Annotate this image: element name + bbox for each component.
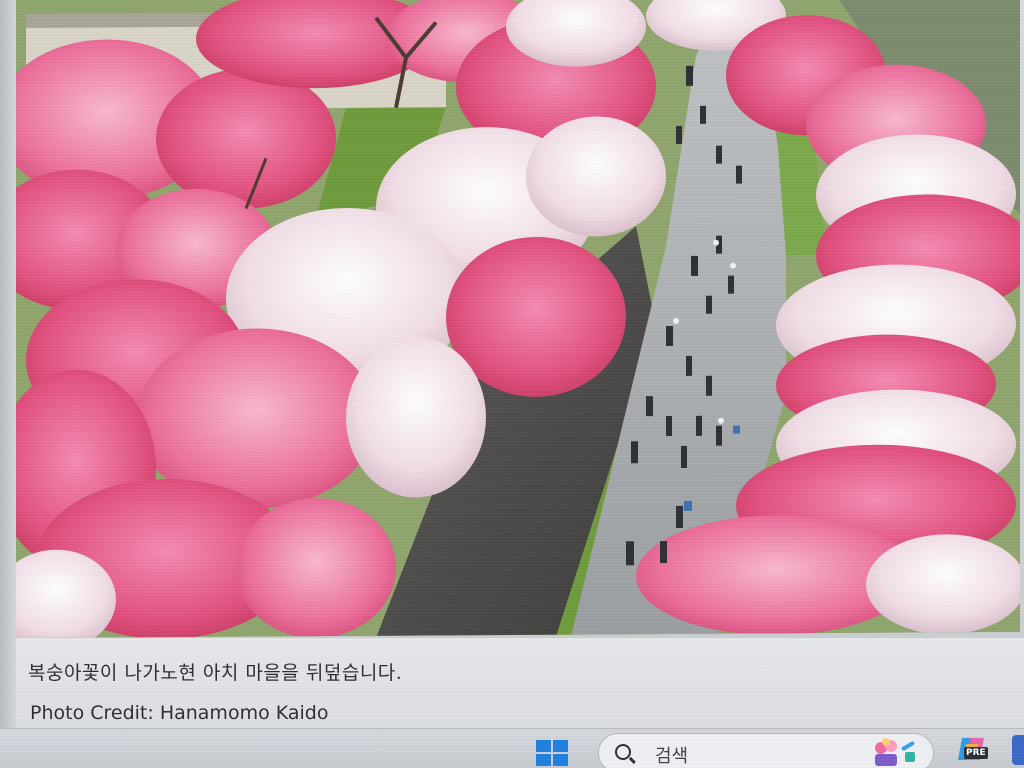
blossom-photo xyxy=(16,0,1020,639)
flower-pot-icon xyxy=(875,738,915,766)
taskbar-app-icon[interactable] xyxy=(1012,735,1024,765)
window-edge xyxy=(0,0,16,740)
photo-caption: 복숭아꽃이 나가노현 아치 마을을 뒤덮습니다. xyxy=(28,662,403,684)
screen: 복숭아꽃이 나가노현 아치 마을을 뒤덮습니다. Photo Credit: H… xyxy=(0,0,1024,768)
windows-logo-icon[interactable] xyxy=(536,740,572,768)
blossom-photo-illustration xyxy=(16,0,1020,639)
taskbar-search-box[interactable]: 검색 xyxy=(598,733,934,768)
search-icon xyxy=(615,744,631,760)
search-placeholder: 검색 xyxy=(655,746,689,767)
copilot-pre-badge: PRE xyxy=(964,747,988,759)
photo-credit: Photo Credit: Hanamomo Kaido xyxy=(30,702,329,724)
